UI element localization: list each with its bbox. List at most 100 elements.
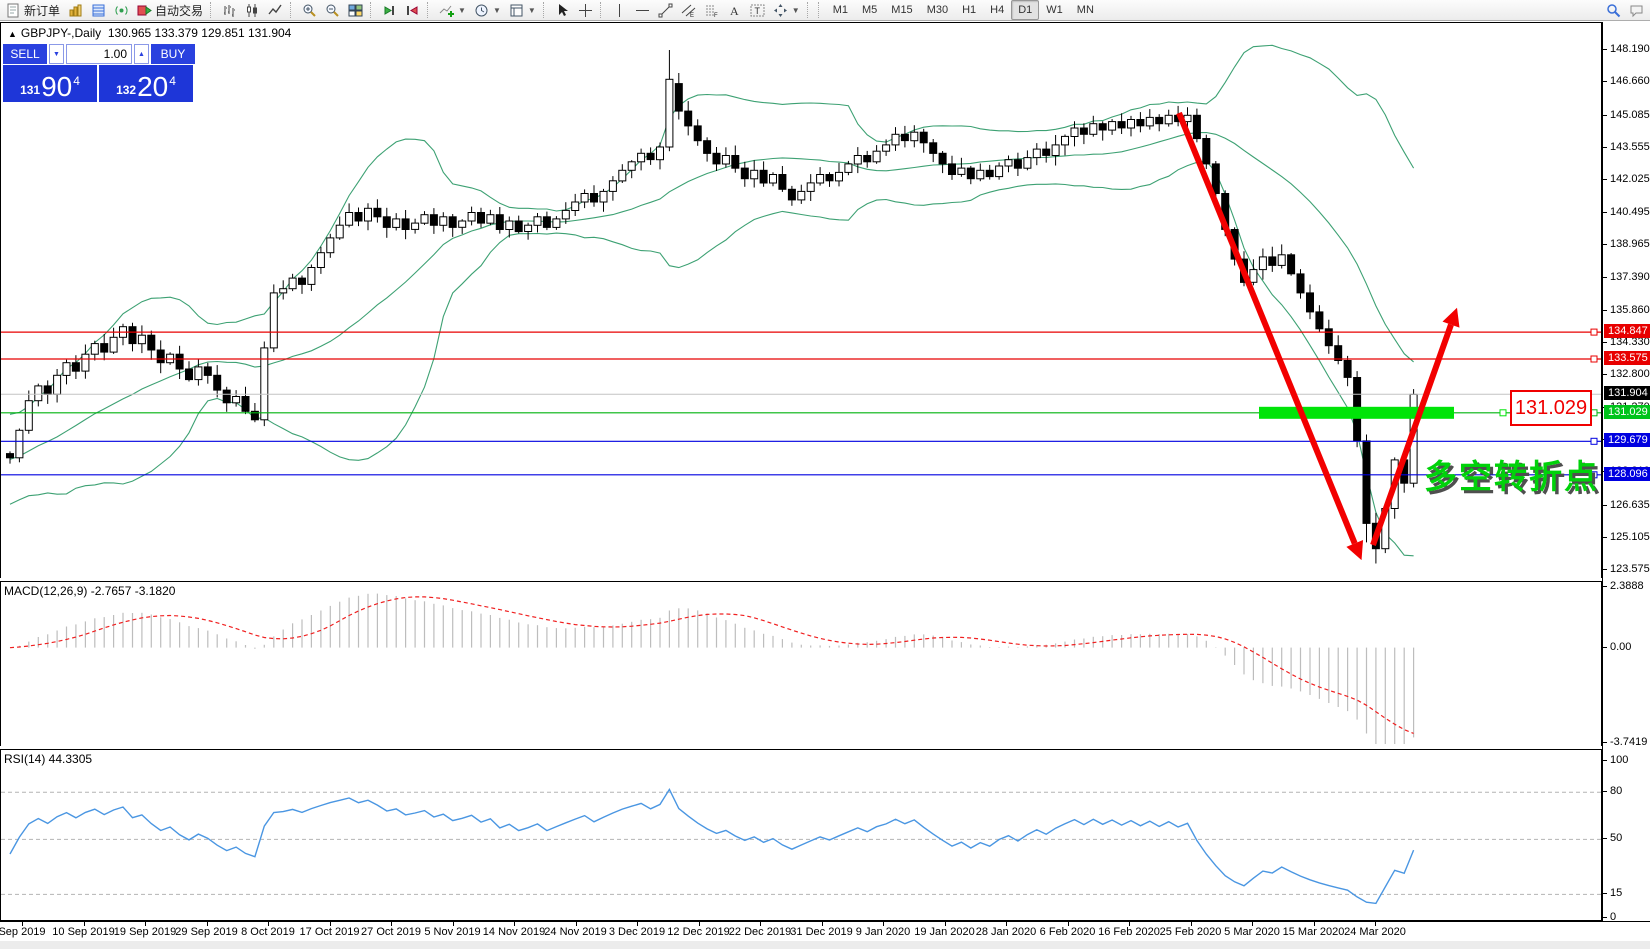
templates-button[interactable]: ▼ (505, 0, 540, 20)
price-chart-panel[interactable] (0, 22, 1602, 579)
candle (1052, 145, 1059, 156)
market-watch-button[interactable] (87, 0, 110, 20)
arrows-button[interactable]: ▼ (769, 0, 804, 20)
toolbar-separator (210, 2, 215, 18)
toolbar-separator (543, 2, 548, 18)
candle (195, 367, 202, 380)
main-toolbar: 新订单自动交易▼▼▼EFAT▼M1M5M15M30H1H4D1W1MN (0, 0, 1650, 21)
timeframe-h1-button[interactable]: H1 (955, 0, 983, 20)
date-label: 28 Jan 2020 (976, 926, 1037, 938)
candle (666, 79, 673, 147)
support-zone-bar[interactable] (1259, 407, 1454, 419)
periods-button[interactable]: ▼ (470, 0, 505, 20)
timeframe-d1-button[interactable]: D1 (1011, 0, 1039, 20)
price-axis[interactable]: 148.190146.660145.085143.555142.025140.4… (1602, 22, 1650, 941)
bar-chart-button[interactable] (218, 0, 241, 20)
candle (430, 215, 437, 226)
price-chart-canvas[interactable] (1, 23, 1601, 578)
support-price-label[interactable]: 131.029 (1510, 390, 1592, 426)
reversal-up-arrow[interactable] (1373, 308, 1459, 545)
downtrend-arrow[interactable] (1179, 113, 1363, 560)
chart-shift-button[interactable] (401, 0, 424, 20)
volume-decrease-button[interactable]: ▼ (49, 44, 64, 64)
candle (233, 397, 240, 403)
equidistant-channel-button[interactable]: E (677, 0, 700, 20)
candle (958, 168, 965, 174)
candle (336, 225, 343, 238)
candle (1203, 139, 1210, 164)
crosshair-button[interactable] (574, 0, 597, 20)
time-axis[interactable]: Sep 201910 Sep 201919 Sep 201929 Sep 201… (0, 921, 1650, 941)
signals-button[interactable] (110, 0, 133, 20)
timeframe-m1-button[interactable]: M1 (826, 0, 855, 20)
date-label: 12 Dec 2019 (667, 926, 729, 938)
candle (242, 397, 249, 412)
price-tick: 125.105 (1610, 531, 1650, 543)
candle (892, 134, 899, 145)
candlestick-chart-button[interactable] (241, 0, 264, 20)
buy-button[interactable]: BUY (151, 44, 195, 64)
candle (685, 111, 692, 126)
volume-input[interactable] (66, 44, 132, 64)
turning-point-note[interactable]: 多空转折点 (1424, 450, 1599, 498)
candle (148, 335, 155, 350)
macd-splitter[interactable] (0, 578, 1602, 581)
candle (562, 210, 569, 219)
chevron-down-icon: ▼ (792, 6, 800, 15)
line-chart-button[interactable] (264, 0, 287, 20)
candle (1062, 136, 1069, 145)
timeframe-m15-button[interactable]: M15 (884, 0, 919, 20)
timeframe-h4-button[interactable]: H4 (983, 0, 1011, 20)
candle (657, 147, 664, 160)
candle (186, 369, 193, 380)
candle (317, 253, 324, 268)
timeframe-m5-button[interactable]: M5 (855, 0, 884, 20)
volume-increase-button[interactable]: ▲ (134, 44, 149, 64)
price-tick: 135.860 (1610, 304, 1650, 316)
auto-scroll-button[interactable] (378, 0, 401, 20)
buy-price-button[interactable]: 132204 (99, 65, 193, 102)
date-label: 17 Oct 2019 (300, 926, 360, 938)
candle (1024, 158, 1031, 169)
horizontal-line-button[interactable] (631, 0, 654, 20)
price-badge: 131.904 (1604, 386, 1650, 400)
charts-grid-button[interactable] (64, 0, 87, 20)
cursor-button[interactable] (551, 0, 574, 20)
candle (402, 219, 409, 230)
zoom-out-button[interactable] (321, 0, 344, 20)
candle (25, 401, 32, 431)
timeframe-m30-button[interactable]: M30 (920, 0, 955, 20)
candle (911, 132, 918, 141)
tile-windows-button[interactable] (344, 0, 367, 20)
chat-icon[interactable] (1625, 0, 1648, 20)
autotrading-button[interactable]: 自动交易 (133, 0, 207, 20)
chart-title: ▲GBPJPY-,Daily 130.965 133.379 129.851 1… (8, 26, 291, 40)
new-order-button[interactable]: 新订单 (2, 0, 64, 20)
date-label: 5 Nov 2019 (424, 926, 480, 938)
candle (713, 153, 720, 164)
timeframe-w1-button[interactable]: W1 (1039, 0, 1070, 20)
fibonacci-button[interactable]: F (700, 0, 723, 20)
indicators-button[interactable]: ▼ (435, 0, 470, 20)
candle (1278, 255, 1285, 266)
search-icon[interactable] (1602, 0, 1625, 20)
candle (638, 153, 645, 162)
price-tick: 126.635 (1610, 499, 1650, 511)
trendline-button[interactable] (654, 0, 677, 20)
vertical-line-button[interactable] (608, 0, 631, 20)
candle (534, 217, 541, 226)
candle (619, 170, 626, 181)
candle (647, 153, 654, 159)
candle (1165, 115, 1172, 124)
text-label-button[interactable]: T (746, 0, 769, 20)
sell-price-button[interactable]: 131904 (3, 65, 97, 102)
date-label: 16 Feb 2020 (1098, 926, 1160, 938)
candle (308, 268, 315, 285)
sell-button[interactable]: SELL (3, 44, 47, 64)
text-button[interactable]: A (723, 0, 746, 20)
price-tick: 123.575 (1610, 563, 1650, 575)
rsi-splitter[interactable] (0, 746, 1602, 749)
zoom-in-button[interactable] (298, 0, 321, 20)
timeframe-mn-button[interactable]: MN (1070, 0, 1101, 20)
rsi-tick: 100 (1610, 754, 1628, 766)
